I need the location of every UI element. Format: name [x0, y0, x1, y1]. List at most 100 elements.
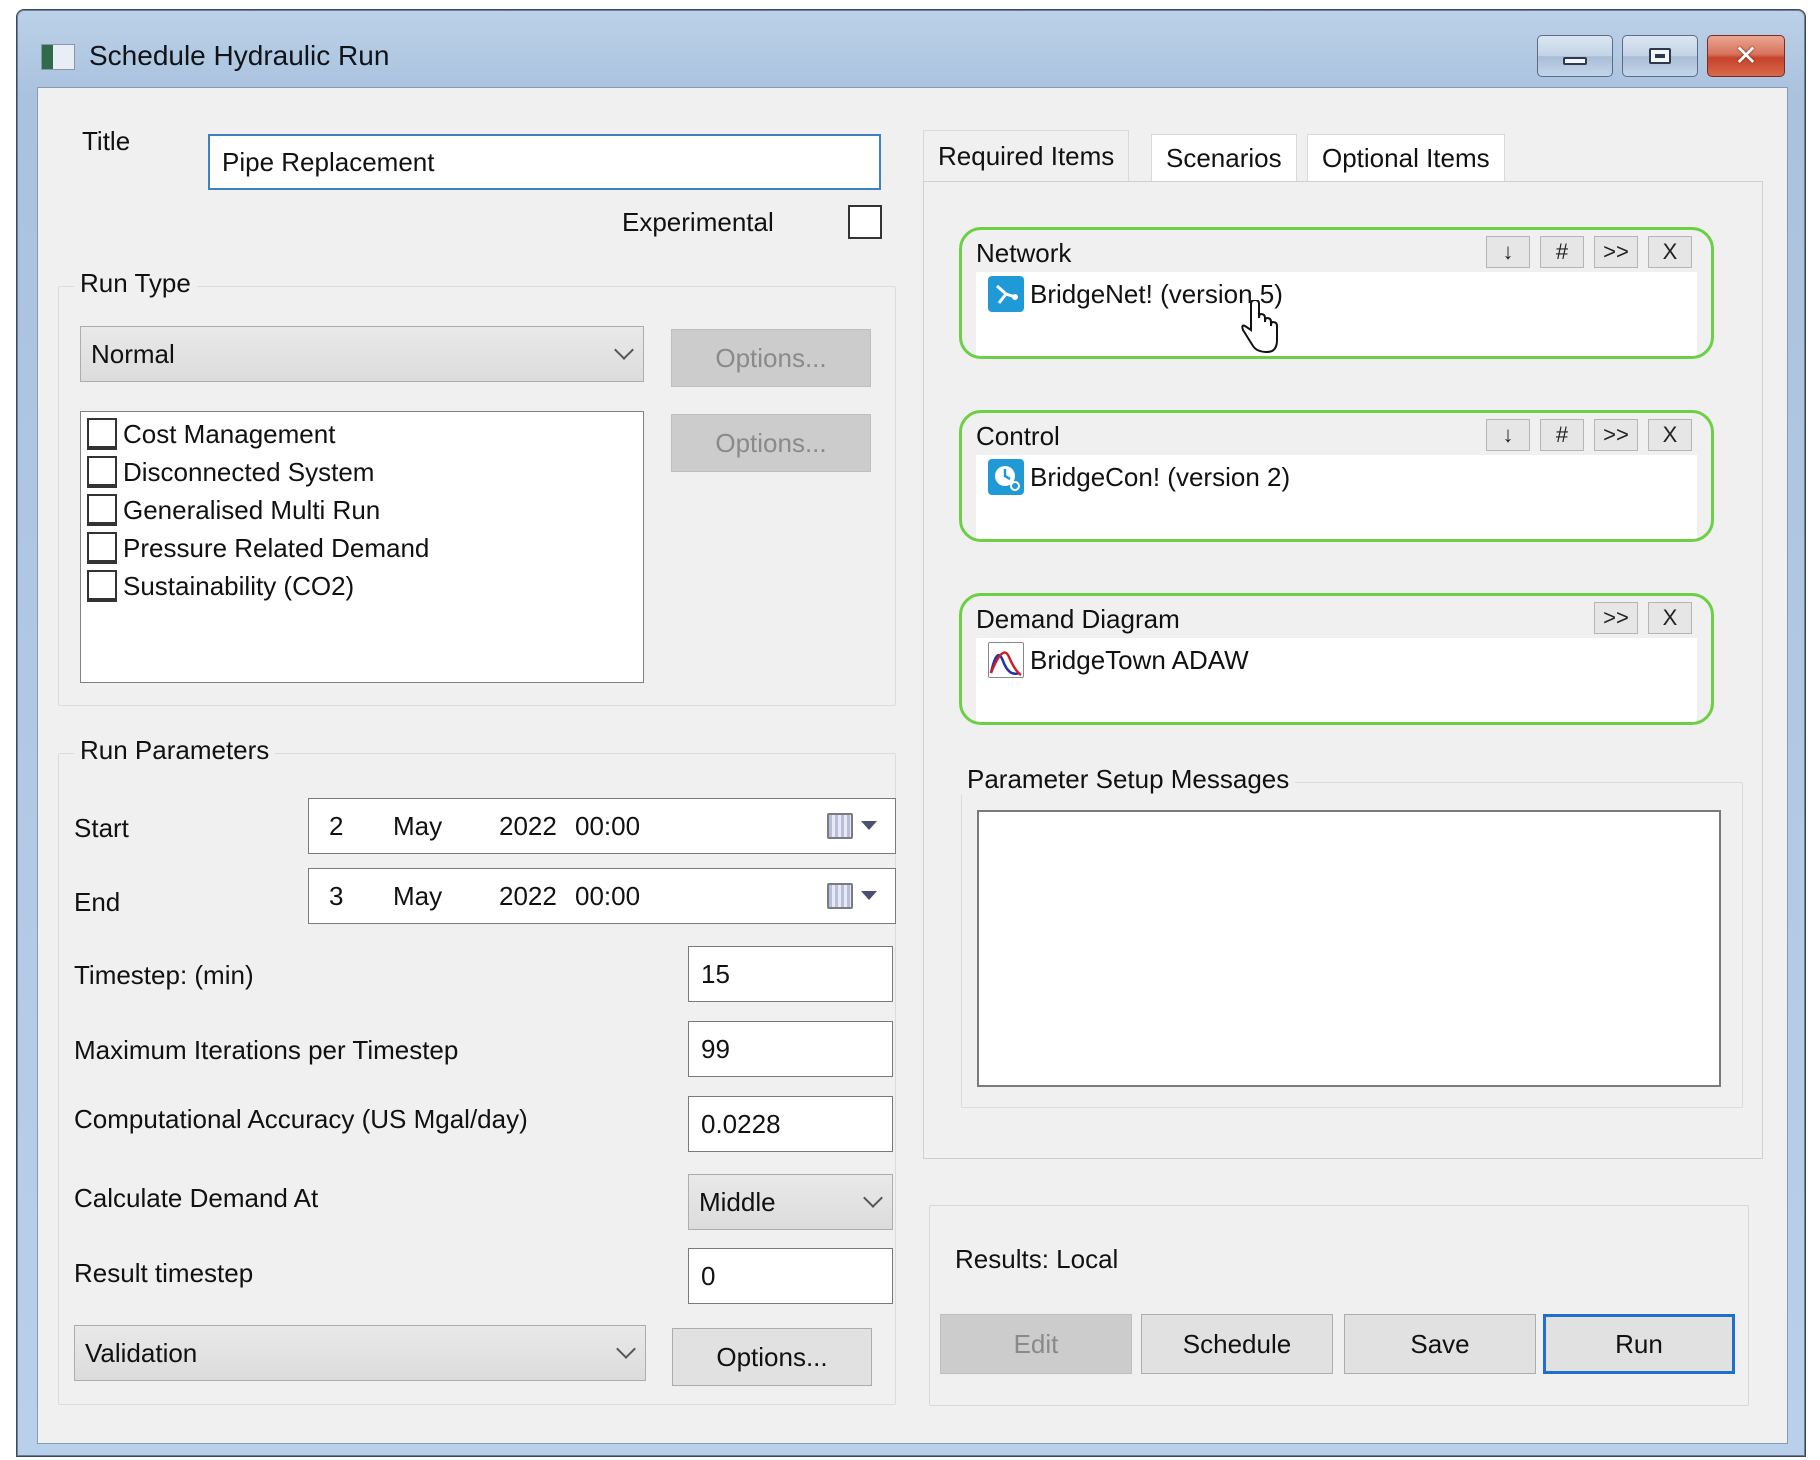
checkbox[interactable] — [87, 570, 117, 602]
run-type-select[interactable]: Normal — [80, 326, 644, 382]
start-day[interactable]: 2 — [329, 811, 343, 842]
run-parameters-group-title: Run Parameters — [74, 735, 276, 766]
chevron-down-icon — [614, 340, 634, 360]
list-item-generalised-multi-run[interactable]: Generalised Multi Run — [87, 494, 380, 526]
list-item-sustainability[interactable]: Sustainability (CO2) — [87, 570, 354, 602]
network-title: Network — [976, 238, 1072, 268]
start-year[interactable]: 2022 — [499, 811, 557, 842]
list-item-cost-management[interactable]: Cost Management — [87, 418, 335, 450]
start-time[interactable]: 00:00 — [575, 811, 640, 842]
checkbox[interactable] — [87, 456, 117, 488]
title-label: Title — [82, 126, 131, 156]
max-iterations-input[interactable]: 99 — [688, 1021, 893, 1077]
save-button[interactable]: Save — [1344, 1314, 1536, 1374]
start-date-picker[interactable]: 2 May 2022 00:00 — [308, 798, 896, 854]
end-day[interactable]: 3 — [329, 881, 343, 912]
run-type-options-list: Cost Management Disconnected System Gene… — [80, 411, 644, 683]
demand-diagram-item-body: BridgeTown ADAW — [976, 638, 1697, 722]
list-item-label: Generalised Multi Run — [123, 494, 381, 525]
checkbox[interactable] — [87, 494, 117, 526]
select-button[interactable]: >> — [1594, 602, 1638, 634]
end-time[interactable]: 00:00 — [575, 881, 640, 912]
minimize-button[interactable] — [1537, 35, 1613, 77]
checkbox[interactable] — [87, 418, 117, 450]
list-item-disconnected-system[interactable]: Disconnected System — [87, 456, 374, 488]
demand-diagram-item-label: BridgeTown ADAW — [1030, 644, 1249, 675]
calendar-icon[interactable] — [827, 813, 853, 839]
timestep-input[interactable]: 15 — [688, 946, 893, 1002]
edit-button[interactable]: Edit — [940, 1314, 1132, 1374]
move-down-button[interactable]: ↓ — [1486, 236, 1530, 268]
tab-optional-items[interactable]: Optional Items — [1307, 134, 1505, 182]
number-button[interactable]: # — [1540, 236, 1584, 268]
run-type-group-title: Run Type — [74, 268, 197, 299]
close-button[interactable]: ✕ — [1707, 35, 1785, 77]
start-month[interactable]: May — [393, 811, 442, 842]
network-icon — [988, 276, 1024, 312]
calc-demand-select[interactable]: Middle — [688, 1174, 893, 1230]
number-button[interactable]: # — [1540, 419, 1584, 451]
control-clock-icon — [988, 459, 1024, 495]
checkbox[interactable] — [87, 532, 117, 564]
list-item-pressure-related-demand[interactable]: Pressure Related Demand — [87, 532, 429, 564]
control-item-body: BridgeCon! (version 2) — [976, 455, 1697, 539]
maximize-button[interactable] — [1622, 35, 1698, 77]
demand-diagram-title: Demand Diagram — [976, 604, 1180, 634]
demand-diagram-icon — [988, 642, 1024, 678]
move-down-button[interactable]: ↓ — [1486, 419, 1530, 451]
close-icon: ✕ — [1734, 40, 1758, 71]
hand-cursor-icon — [1241, 300, 1278, 354]
calc-demand-selected: Middle — [699, 1186, 776, 1217]
control-title: Control — [976, 421, 1060, 451]
parameter-messages-list[interactable] — [977, 810, 1721, 1087]
dialog-window: Schedule Hydraulic Run ✕ Title Pipe Repl… — [16, 9, 1806, 1457]
chevron-down-icon — [616, 1339, 636, 1359]
tab-required-items[interactable]: Required Items — [923, 130, 1130, 182]
calc-demand-label: Calculate Demand At — [74, 1183, 319, 1213]
minimize-icon — [1563, 57, 1587, 65]
run-type-selected: Normal — [91, 338, 175, 369]
title-input[interactable]: Pipe Replacement — [208, 134, 881, 190]
end-label: End — [74, 887, 121, 917]
select-button[interactable]: >> — [1594, 236, 1638, 268]
result-timestep-input[interactable]: 0 — [688, 1248, 893, 1304]
list-item-label: Cost Management — [123, 418, 336, 449]
demand-diagram-item-box: Demand Diagram >> X BridgeTown ADAW — [959, 593, 1714, 725]
dropdown-arrow-icon[interactable] — [861, 821, 877, 830]
experimental-checkbox[interactable] — [848, 205, 882, 239]
control-item[interactable]: BridgeCon! (version 2) — [988, 459, 1290, 495]
run-type-options-button[interactable]: Options... — [671, 329, 871, 387]
calendar-icon[interactable] — [827, 883, 853, 909]
list-item-label: Disconnected System — [123, 456, 375, 487]
results-panel — [929, 1205, 1749, 1406]
max-iterations-label: Maximum Iterations per Timestep — [74, 1035, 459, 1065]
tab-scenarios[interactable]: Scenarios — [1151, 134, 1297, 182]
network-item-body: BridgeNet! (version 5) — [976, 272, 1697, 356]
remove-button[interactable]: X — [1648, 419, 1692, 451]
experimental-label: Experimental — [622, 207, 774, 237]
dropdown-arrow-icon[interactable] — [861, 891, 877, 900]
window-title: Schedule Hydraulic Run — [89, 40, 390, 71]
network-item-box: Network ↓ # >> X BridgeNet! (version 5) — [959, 227, 1714, 359]
chevron-down-icon — [863, 1188, 883, 1208]
run-type-list-options-button[interactable]: Options... — [671, 414, 871, 472]
remove-button[interactable]: X — [1648, 236, 1692, 268]
list-item-label: Pressure Related Demand — [123, 532, 430, 563]
run-button[interactable]: Run — [1543, 1314, 1735, 1374]
accuracy-input[interactable]: 0.0228 — [688, 1096, 893, 1152]
parameter-messages-title: Parameter Setup Messages — [961, 764, 1296, 795]
timestep-label: Timestep: (min) — [74, 960, 254, 990]
control-item-box: Control ↓ # >> X BridgeCon! (version 2) — [959, 410, 1714, 542]
validation-options-button[interactable]: Options... — [672, 1328, 872, 1386]
accuracy-label: Computational Accuracy (US Mgal/day) — [74, 1104, 528, 1134]
select-button[interactable]: >> — [1594, 419, 1638, 451]
end-date-picker[interactable]: 3 May 2022 00:00 — [308, 868, 896, 924]
remove-button[interactable]: X — [1648, 602, 1692, 634]
schedule-button[interactable]: Schedule — [1141, 1314, 1333, 1374]
demand-diagram-item[interactable]: BridgeTown ADAW — [988, 642, 1249, 678]
result-timestep-label: Result timestep — [74, 1258, 254, 1288]
validation-select[interactable]: Validation — [74, 1325, 646, 1381]
list-item-label: Sustainability (CO2) — [123, 570, 355, 601]
end-year[interactable]: 2022 — [499, 881, 557, 912]
end-month[interactable]: May — [393, 881, 442, 912]
